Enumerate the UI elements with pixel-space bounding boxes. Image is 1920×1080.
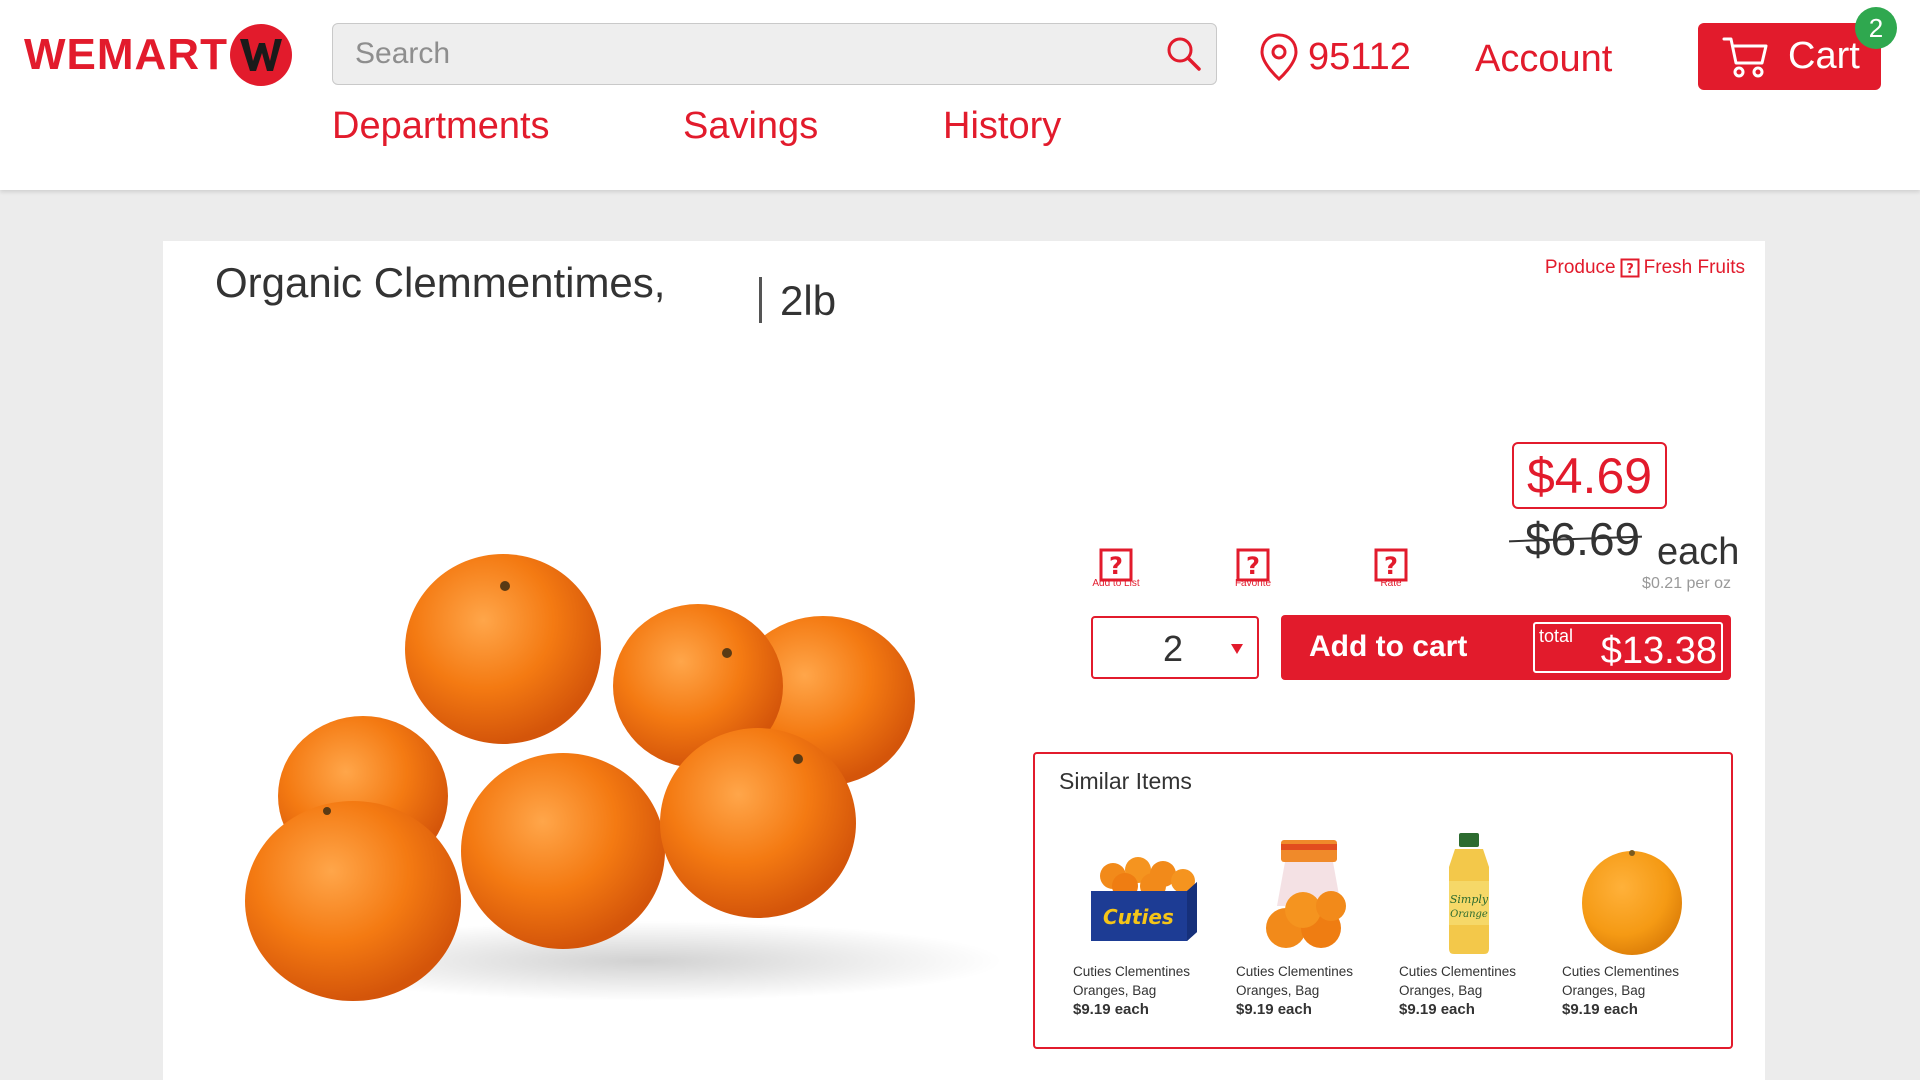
similar-item-price: $9.19 each [1236,1001,1312,1018]
similar-item-price: $9.19 each [1562,1001,1638,1018]
svg-text:Orange: Orange [1450,909,1488,920]
similar-item-name: Cuties Clementines Oranges, Bag [1073,964,1191,998]
total-value: $13.38 [1600,630,1717,672]
nav-history[interactable]: History [943,105,1061,148]
breadcrumb-fresh-fruits[interactable]: Fresh Fruits [1644,257,1745,279]
total-price-box: total $13.38 [1533,622,1723,673]
cart-count-badge: 2 [1855,7,1897,49]
original-price: $6.69 [1525,513,1641,565]
single-orange-icon [1562,826,1702,956]
unit-price: $0.21 per oz [1642,575,1731,592]
similar-item[interactable]: Cuties Clementines Oranges, Bag $9.19 ea… [1562,826,1702,1018]
account-link[interactable]: Account [1475,38,1612,81]
similar-item-name: Cuties Clementines Oranges, Bag [1236,964,1354,998]
similar-item-name: Cuties Clementines Oranges, Bag [1399,964,1517,998]
favorite-icon: ? [1236,548,1270,582]
rate-button[interactable]: ? Rate [1356,548,1426,589]
unknown-icon: ? [1620,258,1640,278]
nav-departments[interactable]: Departments [332,105,550,148]
similar-items-panel: Similar Items Cuties Cuties Clementines … [1033,752,1733,1049]
product-title: Organic Clemmentimes, [215,259,666,306]
similar-item-price: $9.19 each [1073,1001,1149,1018]
similar-item-price: $9.19 each [1399,1001,1475,1018]
product-image-clementines [245,554,1003,1001]
favorite-button[interactable]: ? Favorite [1218,548,1288,589]
breadcrumb: Produce ? Fresh Fruits [1545,257,1745,279]
price-unit: each [1657,531,1740,573]
similar-items-title: Similar Items [1059,768,1192,794]
location-pin-icon [1260,33,1298,82]
nav-savings[interactable]: Savings [683,105,818,148]
logo-w-icon [229,24,292,86]
juice-bottle-icon: Simply Orange [1399,826,1539,956]
svg-text:?: ? [1384,552,1398,580]
rate-icon: ? [1374,548,1408,582]
total-label: total [1539,626,1574,646]
zip-code: 95112 [1308,35,1411,78]
add-to-cart-button[interactable]: Add to cart total $13.38 [1281,615,1731,680]
svg-text:?: ? [1626,262,1634,277]
svg-text:?: ? [1246,552,1260,580]
logo-text: WEMART [24,30,228,79]
similar-item[interactable]: Simply Orange Cuties Clementines Oranges… [1399,826,1539,1018]
cart-label: Cart [1788,35,1860,77]
wemart-logo[interactable]: WEMART [24,24,292,86]
add-to-list-label: Add to List [1092,578,1140,589]
cuties-box-icon: Cuties [1073,826,1213,956]
product-panel: Organic Clemmentimes, 2lb Produce ? Fres… [163,241,1765,1080]
quantity-value: 2 [1163,628,1184,669]
similar-item-name: Cuties Clementines Oranges, Bag [1562,964,1680,998]
add-to-list-icon: ? [1099,548,1133,582]
add-to-cart-label: Add to cart [1309,630,1468,663]
search-input[interactable] [355,37,1155,71]
product-size: 2lb [780,277,837,324]
site-header: WEMART 95112 Account Cart 2 [0,0,1920,190]
similar-item[interactable]: Cuties Clementines Oranges, Bag $9.19 ea… [1236,826,1376,1018]
shopping-cart-icon [1722,37,1768,77]
cart-button[interactable]: Cart [1698,23,1881,90]
search-icon[interactable] [1164,34,1204,74]
orange-bag-icon [1236,826,1376,956]
rate-label: Rate [1380,578,1402,589]
search-bar [332,23,1217,85]
svg-text:?: ? [1109,552,1123,580]
add-to-list-button[interactable]: ? Add to List [1081,548,1151,589]
svg-text:Cuties: Cuties [1103,905,1174,929]
location-zip[interactable]: 95112 [1258,32,1411,82]
svg-text:Simply: Simply [1450,893,1489,906]
title-divider [759,277,762,323]
chevron-down-icon [1231,644,1243,654]
favorite-label: Favorite [1234,578,1272,589]
sale-price: $4.69 [1512,442,1667,509]
similar-item[interactable]: Cuties Cuties Clementines Oranges, Bag $… [1073,826,1213,1018]
breadcrumb-produce[interactable]: Produce [1545,257,1616,279]
quantity-select[interactable]: 2 [1091,616,1259,679]
